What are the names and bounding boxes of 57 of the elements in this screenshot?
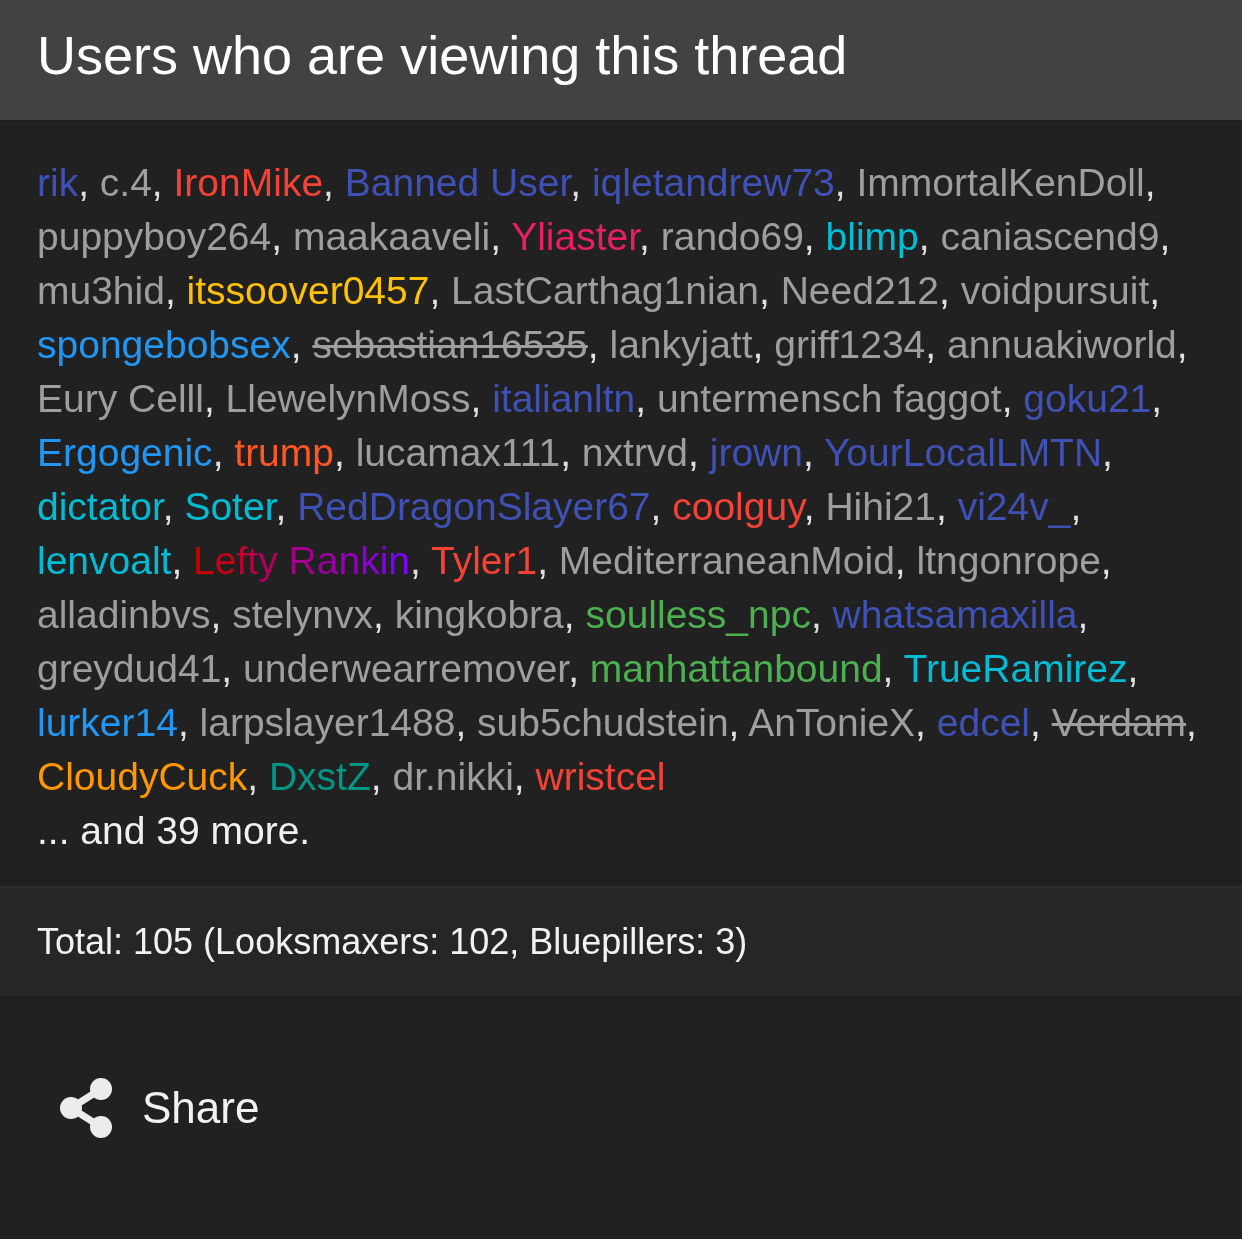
username-link[interactable]: rando69	[660, 215, 804, 258]
username-link[interactable]: Verdam	[1051, 701, 1187, 744]
username-link[interactable]: wristcel	[535, 755, 666, 798]
username-link[interactable]: sebastian16535	[312, 323, 588, 366]
username-link[interactable]: griff1234	[774, 323, 926, 366]
username-link[interactable]: nxtrvd	[581, 431, 689, 474]
username-link[interactable]: Hihi21	[825, 485, 936, 528]
username-link[interactable]: itssoover0457	[186, 269, 430, 312]
username-link[interactable]: Eury Celll	[37, 377, 204, 420]
username-link[interactable]: lucamax111	[355, 431, 561, 474]
username-link[interactable]: TrueRamirez	[903, 647, 1128, 690]
more-users-text: ... and 39 more.	[37, 808, 312, 854]
username-link[interactable]: lankyjatt	[609, 323, 753, 366]
username-link[interactable]: IronMike	[173, 161, 324, 204]
username-link[interactable]: Ergogenic	[37, 431, 213, 474]
username-link[interactable]: lenvoalt	[37, 539, 172, 582]
username-link[interactable]: voidpursuit	[960, 269, 1150, 312]
username-link[interactable]: kingkobra	[394, 593, 564, 636]
username-link[interactable]: untermensch faggot	[656, 377, 1002, 420]
username-link[interactable]: c.4	[99, 161, 152, 204]
username-link[interactable]: caniascend9	[940, 215, 1160, 258]
username-link[interactable]: AnTonieX	[748, 701, 916, 744]
username-link[interactable]: ImmortalKenDoll	[856, 161, 1145, 204]
username-link[interactable]: Tyler1	[430, 539, 538, 582]
username-link[interactable]: manhattanbound	[589, 647, 883, 690]
username-link[interactable]: Yliaster	[511, 215, 640, 258]
username-link[interactable]: MediterraneanMoid	[558, 539, 895, 582]
username-link[interactable]: coolguy	[672, 485, 804, 528]
username-link[interactable]: mu3hid	[37, 269, 165, 312]
viewer-list: rik, c.4, IronMike, Banned User, iqletandrew73, ImmortalKenDoll, puppyboy264, maakaaveli, Yliaster, rando69, blimp, caniascend9, mu3hid, itssoover0457, LastCarthag1nian, Need212, voidpursuit, spongebobsex, sebastian16535, lankyjatt, griff1234, annuakiworld, Eury Celll, LlewelynMoss, italianltn, untermensch faggot, goku21, Ergogenic, trump, lucamax111, nxtrvd, jrown, YourLocalLMTN, dictator, Soter, RedDragonSlayer67, coolguy, Hihi21, vi24v_, lenvoalt, Lefty Rankin, Tyler1, MediterraneanMoid, ltngonrope, alladinbvs, stelynvx, kingkobra, soulless_npc, whatsamaxilla, greydud41, underwearremover, manhattanbound, TrueRamirez, lurker14, larpslayer1488, sub5chudstein, AnTonieX, edcel, Verdam, CloudyCuck, DxstZ, dr.nikki, wristcel	[37, 156, 1205, 804]
username-link[interactable]: soulless_npc	[585, 593, 811, 636]
username-link[interactable]: alladinbvs	[37, 593, 211, 636]
username-link[interactable]: annuakiworld	[946, 323, 1177, 366]
panel-title: Users who are viewing this thread	[37, 24, 848, 86]
username-link[interactable]: LastCarthag1nian	[451, 269, 759, 312]
share-icon	[60, 1078, 112, 1138]
username-link[interactable]: larpslayer1488	[199, 701, 456, 744]
username-link[interactable]: greydud41	[37, 647, 222, 690]
username-link[interactable]: Need212	[780, 269, 939, 312]
username-link[interactable]: sub5chudstein	[477, 701, 729, 744]
username-link[interactable]: underwearremover	[243, 647, 569, 690]
username-link[interactable]: LlewelynMoss	[225, 377, 471, 420]
username-link[interactable]: maakaaveli	[292, 215, 491, 258]
total-count-text: Total: 105 (Looksmaxers: 102, Bluepillers: 3)	[37, 921, 748, 963]
username-link[interactable]: trump	[234, 431, 334, 474]
username-link[interactable]: dictator	[37, 485, 163, 528]
username-link[interactable]: DxstZ	[268, 755, 371, 798]
username-link[interactable]: Soter	[184, 485, 276, 528]
username-link[interactable]: lurker14	[37, 701, 178, 744]
username-link[interactable]: spongebobsex	[37, 323, 291, 366]
username-link[interactable]: dr.nikki	[392, 755, 514, 798]
username-link[interactable]: CloudyCuck	[37, 755, 248, 798]
share-button[interactable]: Share	[60, 1078, 260, 1138]
username-link[interactable]: ltngonrope	[916, 539, 1101, 582]
username-link[interactable]: puppyboy264	[37, 215, 272, 258]
username-link[interactable]: blimp	[825, 215, 919, 258]
username-link[interactable]: stelynvx	[232, 593, 373, 636]
